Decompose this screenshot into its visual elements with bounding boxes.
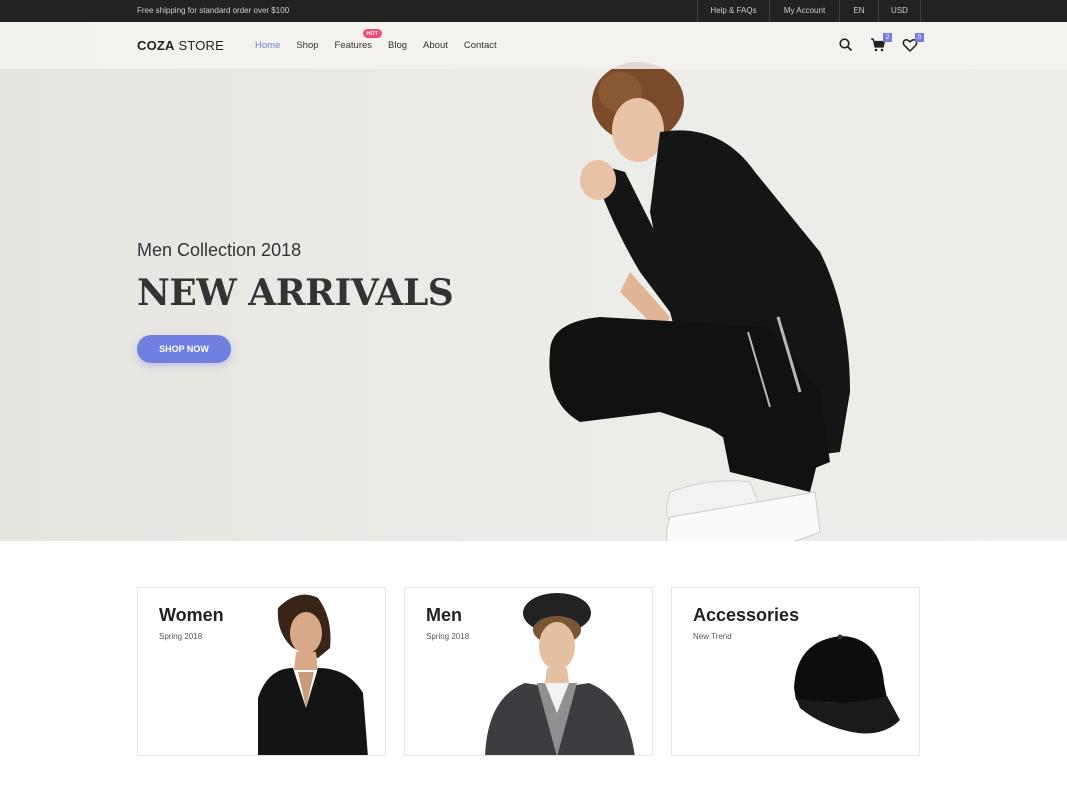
men-model-image [485, 593, 635, 755]
category-subtitle: Spring 2018 [426, 632, 470, 641]
nav-features-label: Features [334, 40, 373, 51]
logo-light: STORE [174, 38, 225, 53]
currency-selector[interactable]: USD [878, 0, 921, 22]
category-subtitle: New Trend [693, 632, 732, 641]
cart-count-badge: 2 [883, 33, 892, 42]
wishlist-count-badge: 0 [915, 33, 924, 42]
hero-slider: Men Collection 2018 NEW ARRIVALS SHOP NO… [0, 22, 1067, 541]
category-card-men[interactable]: Men Spring 2018 [404, 587, 653, 756]
hero-subtitle: Men Collection 2018 [137, 240, 302, 260]
category-card-accessories[interactable]: Accessories New Trend [671, 587, 920, 756]
main-header: COZA STORE Home Shop Features HOT Blog Ab… [0, 22, 1067, 69]
search-icon[interactable] [838, 37, 854, 53]
nav-blog[interactable]: Blog [388, 40, 407, 51]
cart-icon[interactable]: 2 [870, 33, 892, 53]
logo-bold: COZA [137, 38, 175, 53]
shop-now-button[interactable]: SHOP NOW [137, 335, 231, 363]
nav-contact[interactable]: Contact [464, 40, 497, 51]
shipping-notice: Free shipping for standard order over $1… [137, 6, 290, 15]
cap-image [794, 634, 900, 734]
nav-home[interactable]: Home [255, 40, 280, 51]
hero-model-image [549, 62, 850, 541]
language-selector[interactable]: EN [839, 0, 878, 22]
header-icons: 2 0 [838, 33, 934, 53]
category-card-women[interactable]: Women Spring 2018 [137, 587, 386, 756]
category-name: Women [159, 605, 224, 625]
top-bar: Free shipping for standard order over $1… [0, 0, 1067, 22]
logo[interactable]: COZA STORE [137, 38, 224, 53]
nav-about[interactable]: About [423, 40, 448, 51]
help-faqs-link[interactable]: Help & FAQs [697, 0, 769, 22]
nav-features[interactable]: Features HOT [334, 29, 383, 51]
category-name: Accessories [693, 605, 800, 625]
hero-title: NEW ARRIVALS [137, 272, 454, 314]
top-links: Help & FAQs My Account EN USD [697, 0, 921, 22]
my-account-link[interactable]: My Account [769, 0, 839, 22]
category-name: Men [426, 605, 462, 625]
nav-shop[interactable]: Shop [296, 40, 318, 51]
category-subtitle: Spring 2018 [159, 632, 203, 641]
hot-badge: HOT [362, 29, 383, 38]
main-nav: Home Shop Features HOT Blog About Contact [255, 29, 513, 51]
heart-icon[interactable]: 0 [902, 33, 924, 53]
women-model-image [238, 588, 385, 755]
